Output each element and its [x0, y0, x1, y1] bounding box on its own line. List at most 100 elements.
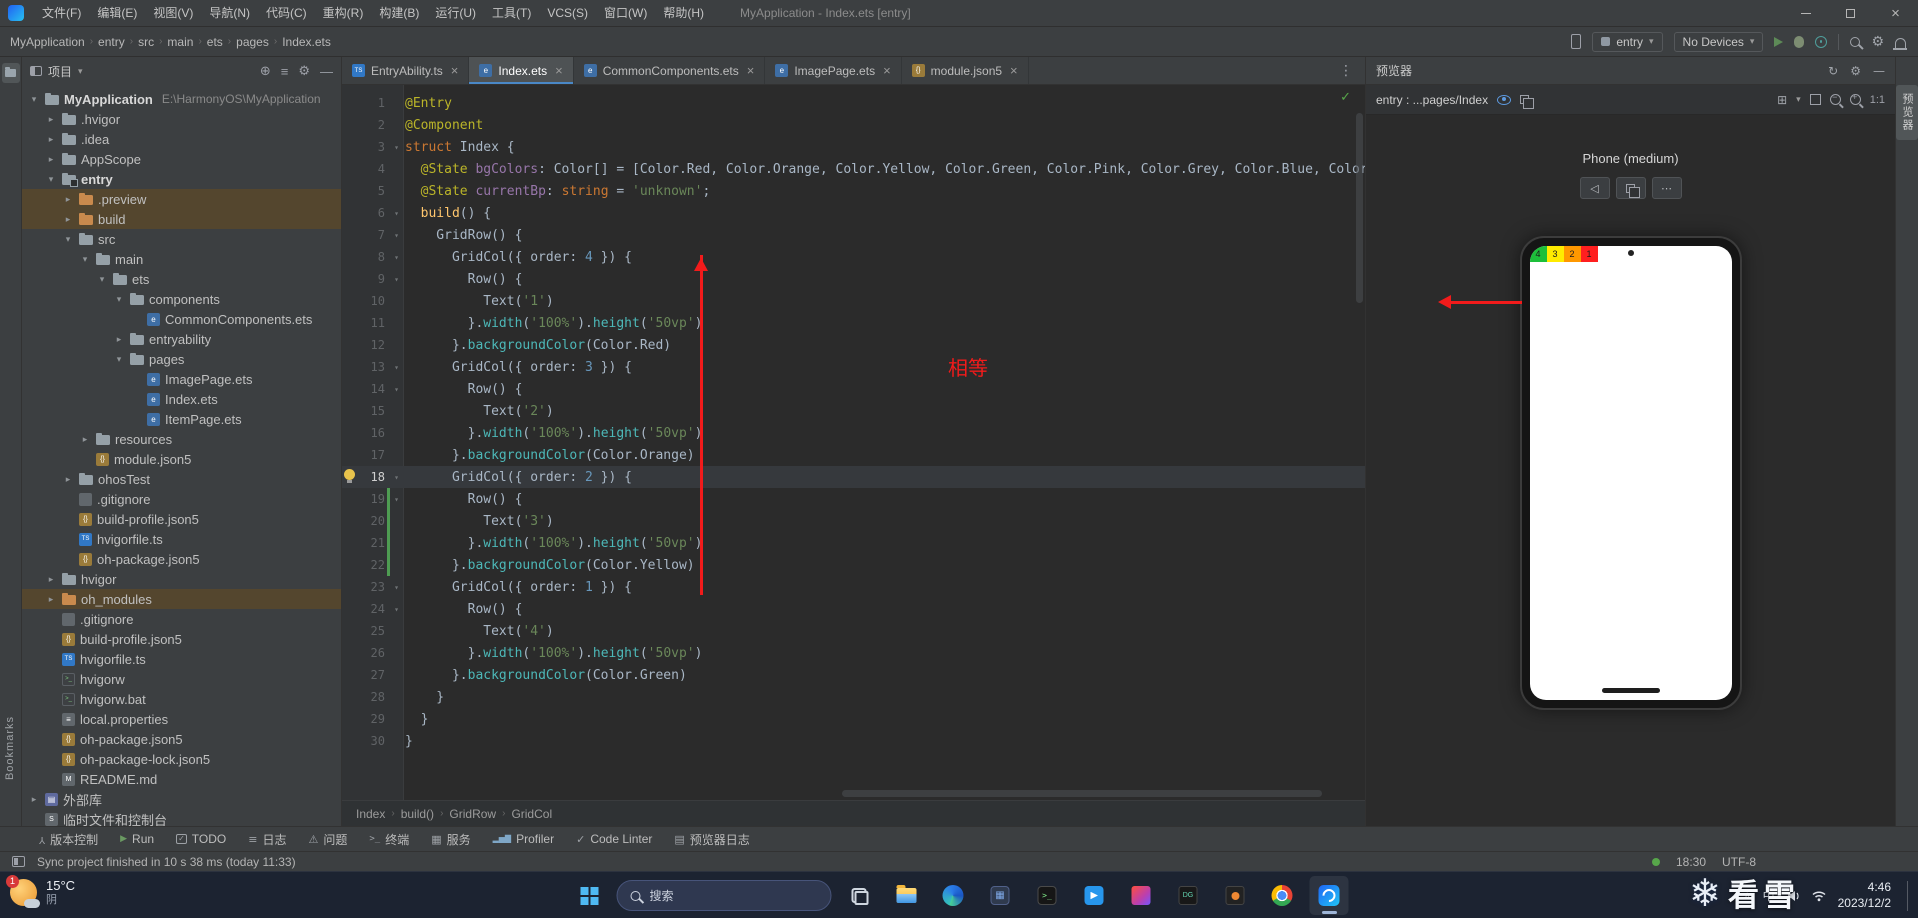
- chevron-down-icon[interactable]: ▾: [113, 354, 125, 365]
- tool-window-button-preview-log[interactable]: 预览器日志: [663, 827, 760, 851]
- code-line[interactable]: 20 Text('3'): [342, 510, 1365, 532]
- code-line[interactable]: 27 }.backgroundColor(Color.Green): [342, 664, 1365, 686]
- close-button[interactable]: ×: [1873, 0, 1918, 26]
- debug-button[interactable]: [1794, 35, 1805, 48]
- orientation-button[interactable]: [1615, 177, 1646, 199]
- code-line[interactable]: 5 @State currentBp: string = 'unknown';: [342, 180, 1365, 202]
- chevron-down-icon[interactable]: ▾: [96, 274, 108, 285]
- fold-chevron-icon[interactable]: ▾: [390, 605, 403, 614]
- fold-chevron-icon[interactable]: ▾: [390, 275, 403, 284]
- chevron-right-icon[interactable]: ▸: [45, 154, 57, 165]
- tree-item[interactable]: hvigorfile.ts: [22, 649, 341, 669]
- code-line[interactable]: 26 }.width('100%').height('50vp'): [342, 642, 1365, 664]
- collapse-all-icon[interactable]: ≡: [281, 64, 289, 79]
- tabs-more-icon[interactable]: ⋮: [1327, 57, 1365, 84]
- breadcrumb-item[interactable]: entry: [98, 35, 125, 49]
- hide-panel-icon[interactable]: —: [320, 64, 333, 79]
- chevron-down-icon[interactable]: ▾: [78, 66, 83, 77]
- breadcrumb-item[interactable]: pages: [236, 35, 269, 49]
- chevron-down-icon[interactable]: ▾: [45, 174, 57, 185]
- editor-tab[interactable]: CommonComponents.ets ×: [574, 57, 766, 84]
- code-line[interactable]: 21 }.width('100%').height('50vp'): [342, 532, 1365, 554]
- close-icon[interactable]: ×: [747, 63, 755, 78]
- code-line[interactable]: 9 ▾ Row() {: [342, 268, 1365, 290]
- chevron-right-icon[interactable]: ▸: [45, 594, 57, 605]
- tree-item[interactable]: hvigorw.bat: [22, 689, 341, 709]
- refresh-icon[interactable]: ↻: [1828, 65, 1838, 77]
- tree-item[interactable]: build-profile.json5: [22, 629, 341, 649]
- code-line[interactable]: 29 }: [342, 708, 1365, 730]
- project-panel-title[interactable]: 项目: [48, 63, 72, 80]
- tree-item[interactable]: ▾ main: [22, 249, 341, 269]
- code-line[interactable]: 17 }.backgroundColor(Color.Orange): [342, 444, 1365, 466]
- notifications-bell-icon[interactable]: [1893, 37, 1907, 50]
- chevron-down-icon[interactable]: ▾: [113, 294, 125, 305]
- tree-item[interactable]: ▾ entry: [22, 169, 341, 189]
- menu-item[interactable]: 窗口(W): [596, 0, 655, 26]
- fold-chevron-icon[interactable]: ▾: [390, 473, 403, 482]
- code-line[interactable]: 2 @Component: [342, 114, 1365, 136]
- code-line[interactable]: 30}: [342, 730, 1365, 752]
- editor-tab[interactable]: Index.ets ×: [469, 57, 574, 84]
- show-desktop-button[interactable]: [1907, 880, 1910, 911]
- editor-breadcrumb-item[interactable]: build(): [401, 807, 434, 821]
- tree-item[interactable]: ImagePage.ets: [22, 369, 341, 389]
- chevron-down-icon[interactable]: ▾: [28, 94, 40, 105]
- editor-breadcrumb-item[interactable]: GridRow: [449, 807, 496, 821]
- tree-item[interactable]: ▸ build: [22, 209, 341, 229]
- code-line[interactable]: 28 }: [342, 686, 1365, 708]
- tree-item[interactable]: README.md: [22, 769, 341, 789]
- taskbar-app-vscode[interactable]: [1075, 876, 1114, 915]
- start-button[interactable]: [570, 876, 609, 915]
- component-preview-icon[interactable]: [1497, 94, 1512, 105]
- caret-position[interactable]: 18:30: [1676, 855, 1706, 869]
- rotate-device-button[interactable]: ◁: [1579, 177, 1610, 199]
- chevron-down-icon[interactable]: ▾: [1796, 94, 1801, 105]
- tool-window-button-terminal[interactable]: 终端: [358, 827, 420, 851]
- bookmarks-tool-window-button[interactable]: Bookmarks: [4, 716, 16, 780]
- tool-window-button-run[interactable]: Run: [109, 827, 165, 851]
- tree-item[interactable]: Index.ets: [22, 389, 341, 409]
- tool-window-button-log[interactable]: 日志: [237, 827, 297, 851]
- tree-item[interactable]: ▸ resources: [22, 429, 341, 449]
- menu-item[interactable]: 文件(F): [34, 0, 89, 26]
- tree-item[interactable]: .gitignore: [22, 609, 341, 629]
- grid-view-icon[interactable]: ⊞: [1777, 94, 1787, 106]
- multi-preview-icon[interactable]: [1520, 95, 1535, 109]
- tree-item[interactable]: 临时文件和控制台: [22, 809, 341, 826]
- more-options-button[interactable]: ⋯: [1651, 177, 1682, 199]
- chevron-down-icon[interactable]: ▾: [62, 234, 74, 245]
- code-line[interactable]: 14 ▾ Row() {: [342, 378, 1365, 400]
- close-icon[interactable]: ×: [883, 63, 891, 78]
- tool-window-button-service[interactable]: 服务: [420, 827, 481, 851]
- code-line[interactable]: 22 }.backgroundColor(Color.Yellow): [342, 554, 1365, 576]
- search-input[interactable]: 搜索: [616, 880, 832, 911]
- menu-item[interactable]: VCS(S): [539, 0, 596, 26]
- menu-item[interactable]: 构建(B): [371, 0, 427, 26]
- hide-panel-icon[interactable]: —: [1873, 65, 1885, 77]
- tree-item[interactable]: ▸ .idea: [22, 129, 341, 149]
- tree-item[interactable]: oh-package.json5: [22, 549, 341, 569]
- close-icon[interactable]: ×: [451, 63, 459, 78]
- clock-widget[interactable]: 4:46 2023/12/2: [1838, 880, 1891, 911]
- editor-breadcrumb-item[interactable]: Index: [356, 807, 385, 821]
- settings-gear-icon[interactable]: ⚙: [1850, 65, 1861, 77]
- profiler-button[interactable]: [1815, 35, 1828, 48]
- file-encoding[interactable]: UTF-8: [1722, 855, 1756, 869]
- tree-item[interactable]: ▾ pages: [22, 349, 341, 369]
- menu-item[interactable]: 重构(R): [315, 0, 372, 26]
- fold-chevron-icon[interactable]: ▾: [390, 583, 403, 592]
- settings-gear-icon[interactable]: ⚙: [298, 63, 310, 79]
- tree-item[interactable]: build-profile.json5: [22, 509, 341, 529]
- tree-item[interactable]: ▸ hvigor: [22, 569, 341, 589]
- breadcrumb-item[interactable]: MyApplication: [10, 35, 85, 49]
- code-line[interactable]: 25 Text('4'): [342, 620, 1365, 642]
- chevron-right-icon[interactable]: ▸: [28, 794, 40, 805]
- tree-item[interactable]: ▸ .hvigor: [22, 109, 341, 129]
- device-selector[interactable]: No Devices ▾: [1673, 31, 1764, 52]
- fold-chevron-icon[interactable]: ▾: [390, 495, 403, 504]
- tool-window-button-vc[interactable]: 版本控制: [28, 827, 109, 851]
- fold-chevron-icon[interactable]: ▾: [390, 209, 403, 218]
- code-line[interactable]: 1 @Entry: [342, 92, 1365, 114]
- menu-item[interactable]: 代码(C): [258, 0, 315, 26]
